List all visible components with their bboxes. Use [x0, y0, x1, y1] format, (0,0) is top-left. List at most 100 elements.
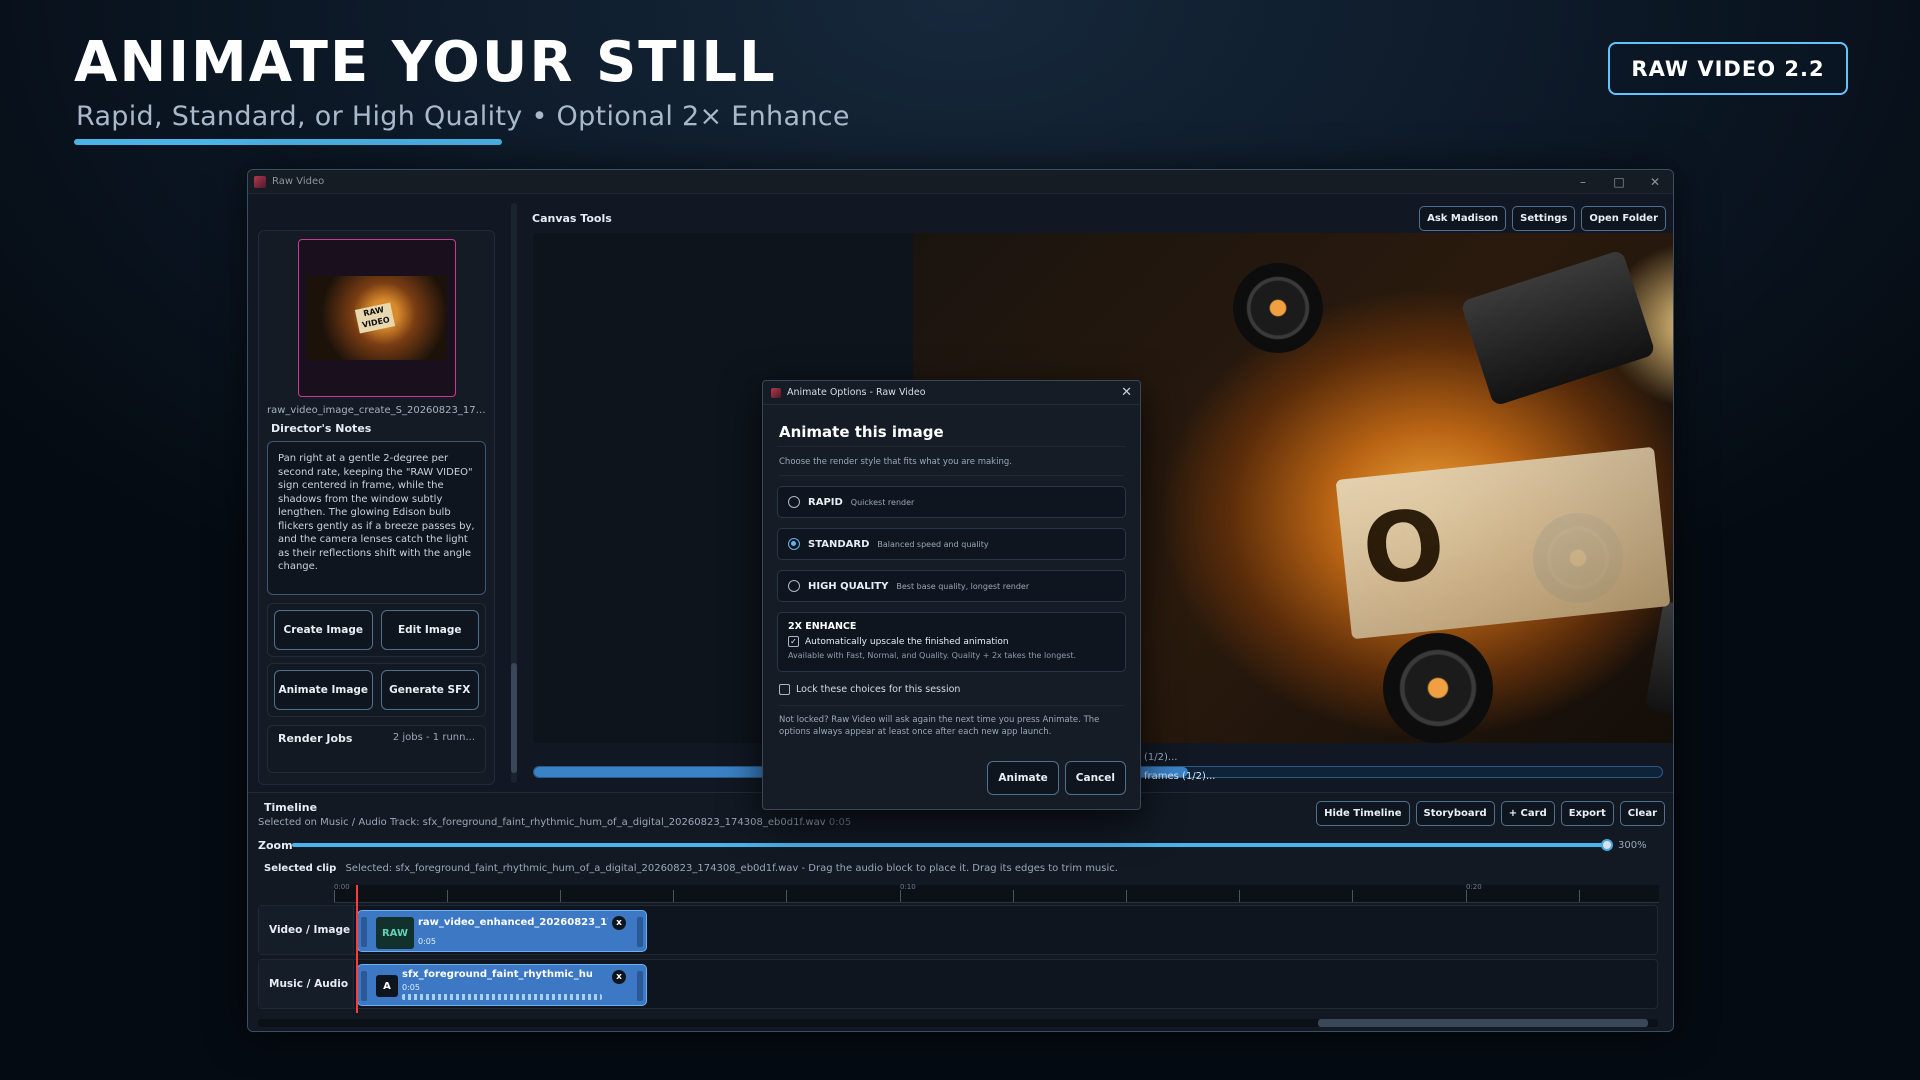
render-jobs-count: 2 jobs - 1 runn... [392, 732, 475, 743]
camera-image [1644, 600, 1673, 736]
zoom-value: 300% [1618, 839, 1647, 851]
version-badge: RAW VIDEO 2.2 [1608, 42, 1848, 95]
option-rapid[interactable]: RAPID Quickest render [777, 486, 1126, 518]
radio-high-quality[interactable] [788, 580, 800, 592]
clip-trim-handle-left[interactable] [361, 917, 367, 947]
lock-choices-row: Lock these choices for this session [779, 684, 1124, 695]
lens-image [1233, 263, 1323, 353]
enhance-heading: 2X ENHANCE [788, 621, 857, 632]
ruler-label: 0:00 [334, 883, 350, 891]
storyboard-button[interactable]: Storyboard [1415, 801, 1495, 826]
clip-title: raw_video_enhanced_20260823_174227 [418, 917, 608, 928]
animate-image-button[interactable]: Animate Image [274, 670, 373, 710]
remove-clip-icon[interactable]: x [612, 970, 626, 984]
zoom-label: Zoom [258, 838, 293, 852]
slide-subtitle: Rapid, Standard, or High Quality • Optio… [76, 101, 850, 132]
dialog-note: Not locked? Raw Video will ask again the… [779, 705, 1124, 738]
timeline-heading: Timeline [264, 801, 318, 814]
selected-clip-label: Selected clip [264, 863, 337, 874]
open-folder-button[interactable]: Open Folder [1581, 205, 1666, 231]
sidebar-scroll-thumb[interactable] [511, 663, 517, 773]
track-name: Music / Audio [259, 960, 354, 1008]
remove-clip-icon[interactable]: x [612, 916, 626, 930]
thumbnail-image: RAW VIDEO [306, 276, 447, 360]
zoom-slider[interactable] [292, 839, 1613, 851]
clip-trim-handle-right[interactable] [637, 917, 643, 947]
option-label: STANDARD [808, 538, 870, 550]
selected-clip-text: Selected: sfx_foreground_faint_rhythmic_… [345, 863, 1118, 874]
lens-image [1383, 633, 1493, 743]
animate-button[interactable]: Animate [987, 761, 1059, 795]
clip-trim-handle-left[interactable] [361, 971, 367, 1001]
radio-rapid[interactable] [788, 496, 800, 508]
audio-clip[interactable]: A sfx_foreground_faint_rhythmic_hum_of_a… [357, 964, 647, 1006]
lock-checkbox[interactable] [779, 684, 790, 695]
image-thumbnail[interactable]: RAW VIDEO [297, 239, 456, 397]
cancel-button[interactable]: Cancel [1064, 761, 1126, 795]
render-jobs-panel[interactable]: Render Jobs 2 jobs - 1 runn... [267, 725, 486, 773]
media-actions: Animate Image Generate SFX [267, 663, 486, 717]
sidebar-scrollbar[interactable] [511, 203, 517, 783]
option-high-quality[interactable]: HIGH QUALITY Best base quality, longest … [777, 570, 1126, 602]
add-card-button[interactable]: + Card [1500, 801, 1555, 826]
ruler-tick [1466, 890, 1467, 902]
option-sub: Quickest render [850, 497, 915, 507]
render-jobs-heading: Render Jobs [278, 732, 353, 745]
timeline-scrollbar[interactable] [258, 1019, 1658, 1027]
ruler-tick [1579, 890, 1580, 902]
export-button[interactable]: Export [1560, 801, 1614, 826]
hide-timeline-button[interactable]: Hide Timeline [1316, 801, 1410, 826]
minimize-icon[interactable]: – [1565, 175, 1601, 189]
enhance-group: 2X ENHANCE ✓ Automatically upscale the f… [777, 612, 1126, 672]
timeline-scroll-thumb[interactable] [1318, 1019, 1648, 1027]
lock-checkbox-label[interactable]: Lock these choices for this session [796, 684, 960, 695]
selection-duration: 0:05 [828, 817, 852, 828]
ruler-tick [900, 890, 901, 902]
option-standard[interactable]: STANDARD Balanced speed and quality [777, 528, 1126, 560]
create-image-button[interactable]: Create Image [274, 610, 373, 650]
raw-video-sign: O [1335, 446, 1671, 640]
canvas-toolbar: Canvas Tools Ask Madison Settings Open F… [526, 203, 1666, 233]
track-name: Video / Image [259, 906, 354, 954]
generate-sfx-button[interactable]: Generate SFX [380, 670, 479, 710]
edit-image-button[interactable]: Edit Image [380, 610, 479, 650]
directors-notes-heading: Director's Notes [271, 422, 372, 435]
enhance-checkbox-label[interactable]: Automatically upscale the finished anima… [805, 637, 1009, 647]
option-sub: Best base quality, longest render [896, 581, 1030, 591]
app-icon [771, 387, 781, 398]
close-icon[interactable]: ✕ [1637, 175, 1673, 189]
clear-button[interactable]: Clear [1619, 801, 1665, 826]
clip-trim-handle-right[interactable] [637, 971, 643, 1001]
app-icon [254, 175, 266, 188]
playhead[interactable] [356, 885, 358, 1013]
settings-button[interactable]: Settings [1512, 205, 1576, 231]
ruler-label: 0:20 [1466, 883, 1482, 891]
directors-notes-field[interactable]: Pan right at a gentle 2-degree per secon… [267, 441, 486, 595]
ask-madison-button[interactable]: Ask Madison [1419, 205, 1507, 231]
enhance-checkbox[interactable]: ✓ [788, 636, 799, 647]
ruler-tick [447, 890, 448, 902]
music-audio-track: Music / Audio A sfx_foreground_faint_rhy… [258, 959, 1658, 1009]
window-title: Raw Video [272, 176, 325, 187]
image-actions: Create Image Edit Image [267, 603, 486, 657]
timeline-panel: Timeline Selected on Music / Audio Track… [248, 792, 1673, 1031]
sign-letter: O [1357, 487, 1451, 608]
clip-duration: 0:05 [402, 983, 420, 992]
camera-image [1460, 249, 1656, 407]
ruler-tick [673, 890, 674, 902]
radio-standard[interactable] [788, 538, 800, 550]
ruler-tick [1126, 890, 1127, 902]
selected-clip-info: Selected clip Selected: sfx_foreground_f… [264, 863, 1118, 874]
ruler-tick [1352, 890, 1353, 902]
maximize-icon[interactable]: □ [1601, 175, 1637, 189]
video-clip[interactable]: RAW raw_video_enhanced_20260823_174227 0… [357, 910, 647, 952]
title-underline [74, 139, 502, 145]
zoom-slider-handle[interactable] [1601, 839, 1613, 851]
close-icon[interactable]: ✕ [1121, 385, 1132, 400]
zoom-control: Zoom 300% [258, 837, 1658, 853]
raw-video-thumb-icon: RAW [376, 917, 414, 949]
option-label: HIGH QUALITY [808, 580, 889, 592]
timeline-ruler[interactable]: 0:00 0:10 0:20 [334, 883, 1659, 903]
enhance-note: Available with Fast, Normal, and Quality… [788, 651, 1077, 660]
dialog-description: Choose the render style that fits what y… [779, 457, 1124, 476]
